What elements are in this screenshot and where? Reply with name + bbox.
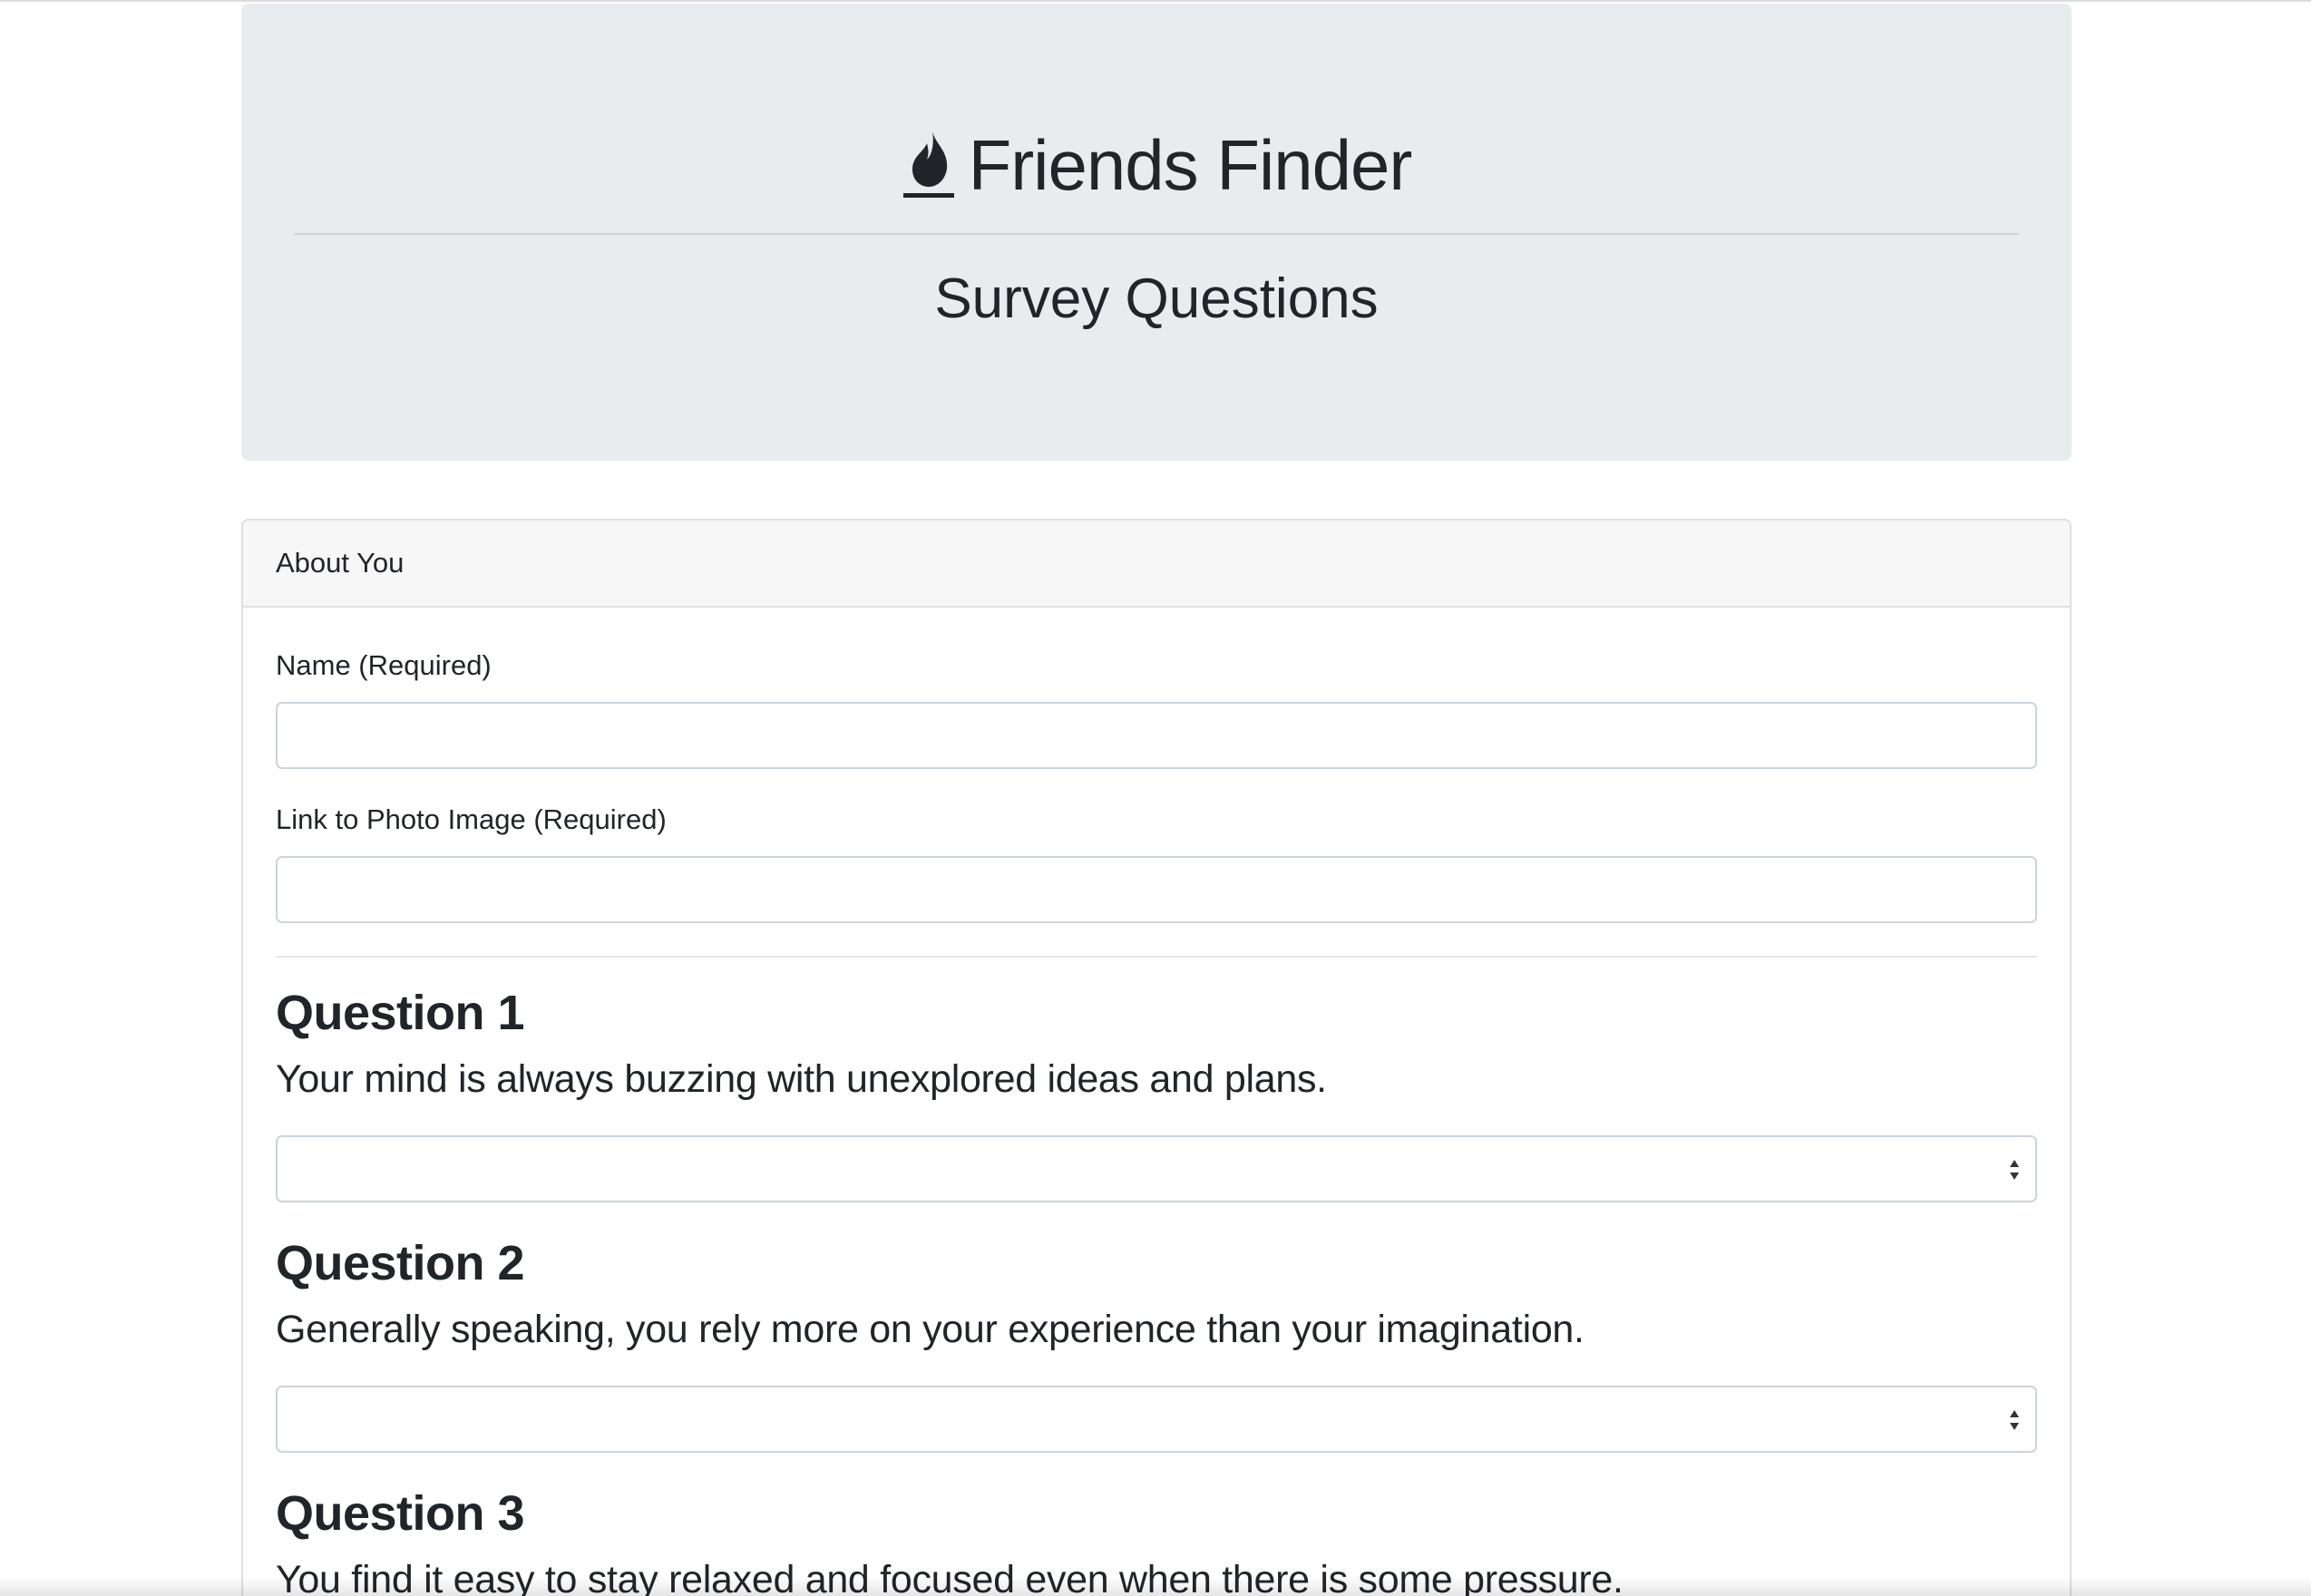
- window-bottom-edge: [0, 1576, 2311, 1596]
- select-arrows-icon: [2006, 1155, 2023, 1184]
- photo-link-input[interactable]: [276, 856, 2037, 923]
- about-you-card: About You Name (Required) Link to Photo …: [241, 519, 2072, 1596]
- name-input[interactable]: [276, 702, 2037, 769]
- question-1-title: Question 1: [276, 986, 525, 1040]
- question-2-title: Question 2: [276, 1236, 525, 1290]
- section-divider: [276, 956, 2037, 958]
- header-jumbotron: Friends Finder Survey Questions: [241, 4, 2072, 461]
- question-1-text: Your mind is always buzzing with unexplo…: [276, 1057, 1327, 1101]
- question-3-title: Question 3: [276, 1486, 525, 1541]
- name-label: Name (Required): [276, 649, 492, 681]
- card-header: About You: [243, 521, 2070, 608]
- question-2-text: Generally speaking, you rely more on you…: [276, 1308, 1585, 1351]
- header-divider: [294, 233, 2019, 235]
- app-title: Friends Finder: [968, 124, 1413, 205]
- photo-link-label: Link to Photo Image (Required): [276, 803, 667, 835]
- page: Friends Finder Survey Questions About Yo…: [0, 0, 2311, 1596]
- question-2-select[interactable]: [276, 1386, 2037, 1453]
- brand: Friends Finder: [241, 120, 2072, 210]
- select-arrows-icon: [2006, 1406, 2023, 1435]
- question-1-select[interactable]: [276, 1135, 2037, 1202]
- page-subtitle: Survey Questions: [934, 268, 1379, 330]
- fire-icon: [902, 127, 956, 203]
